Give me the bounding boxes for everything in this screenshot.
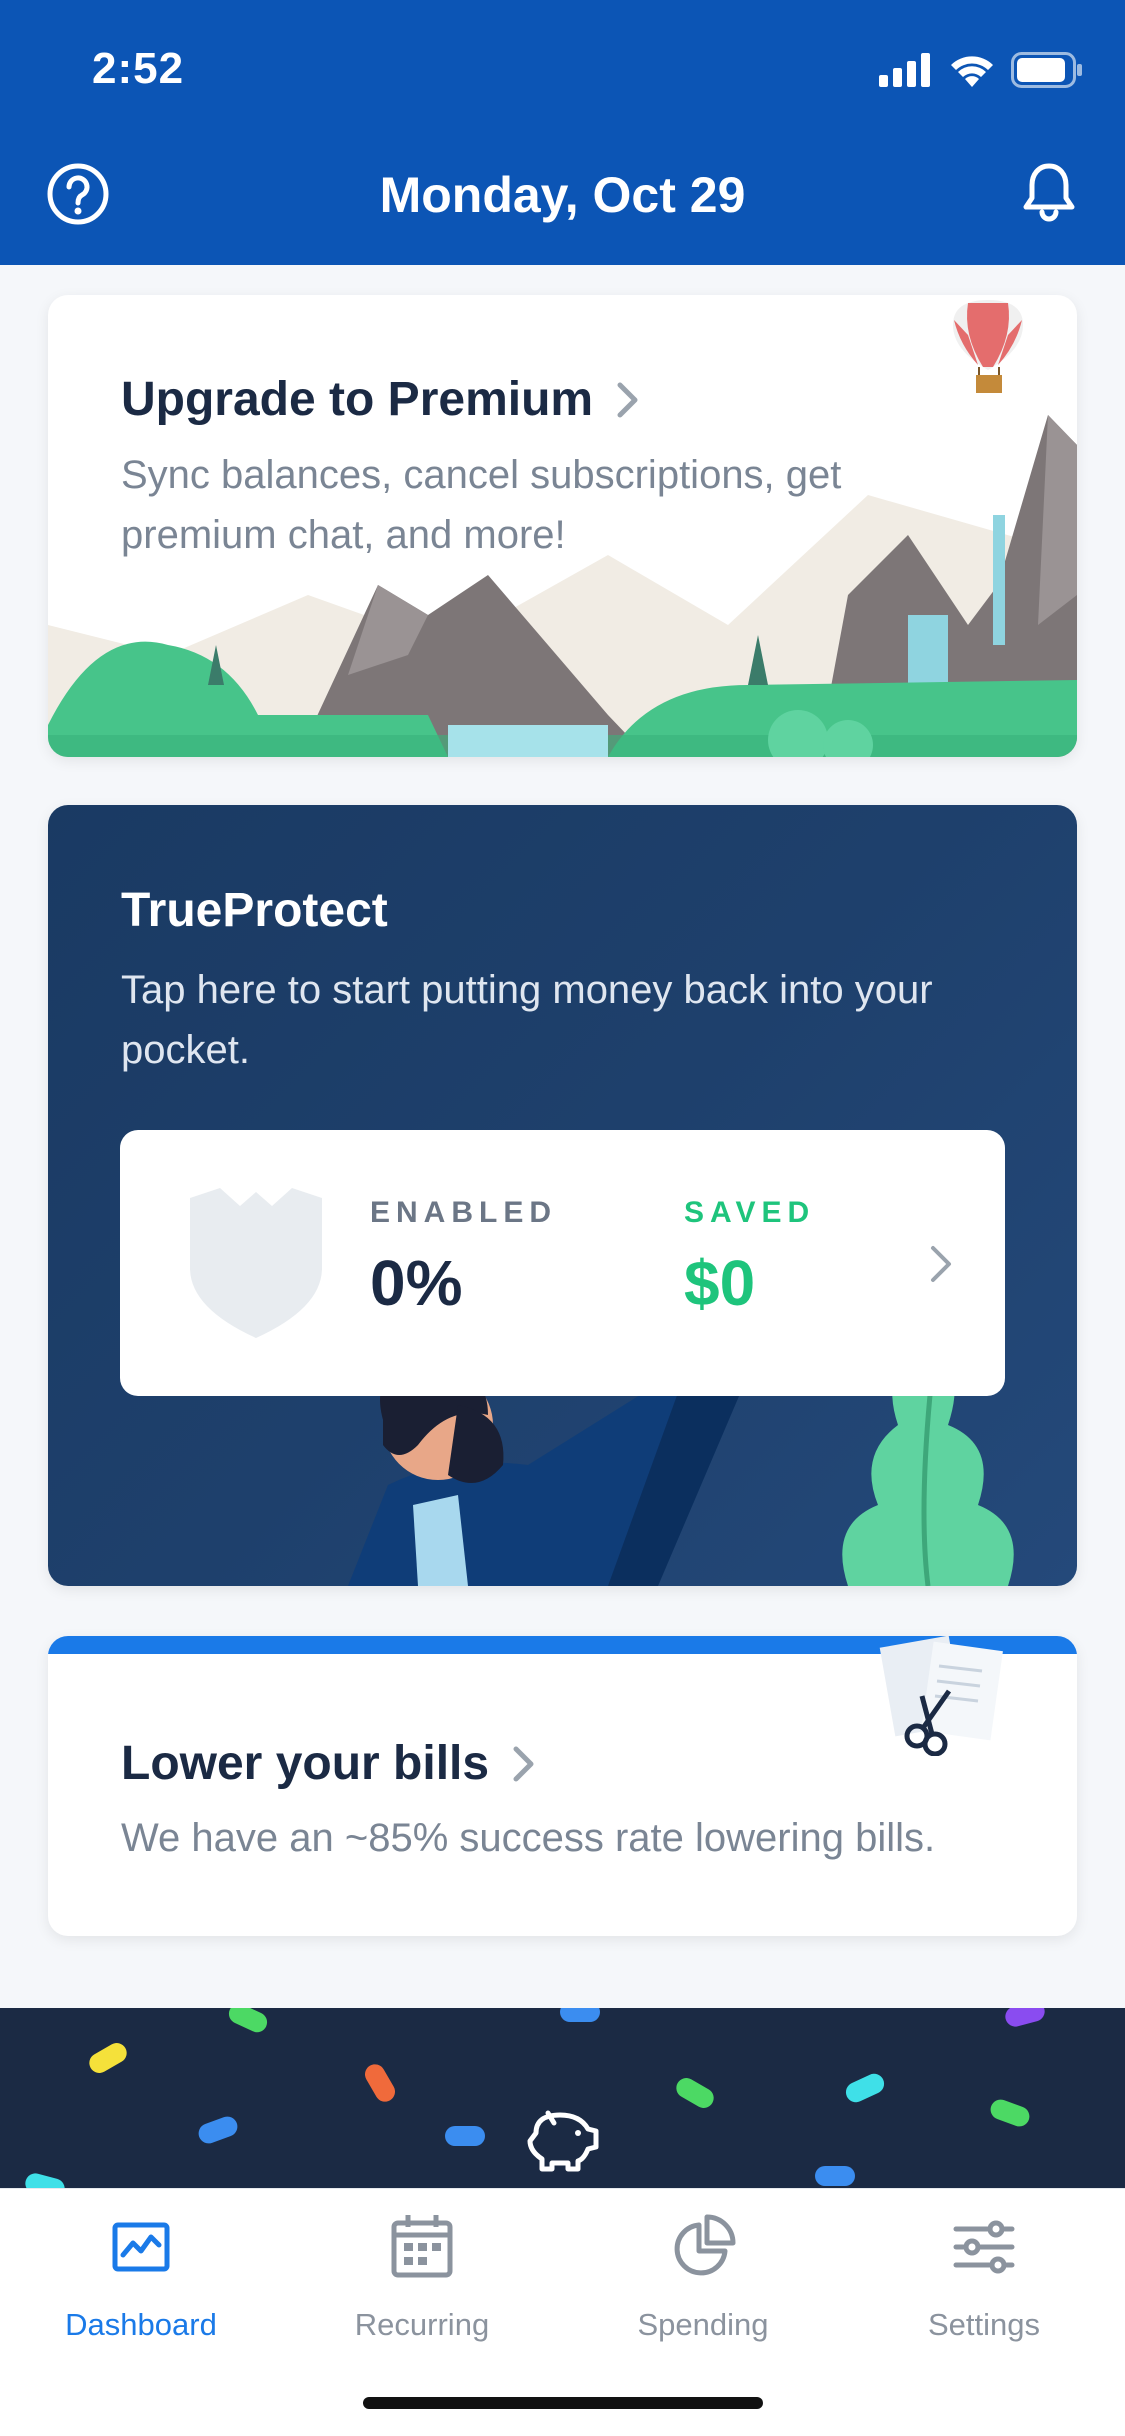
battery-icon <box>1011 52 1082 88</box>
lower-bills-card[interactable]: Lower your bills We have an ~85% success… <box>48 1636 1077 1936</box>
premium-title-text: Upgrade to Premium <box>121 373 594 426</box>
trueprotect-card[interactable]: TrueProtect Tap here to start putting mo… <box>48 805 1077 1586</box>
bills-title-text: Lower your bills <box>121 1737 490 1790</box>
wifi-icon <box>951 56 993 87</box>
savings-confetti-banner[interactable] <box>0 2008 1125 2188</box>
bills-title: Lower your bills <box>121 1736 537 1791</box>
premium-card[interactable]: Upgrade to Premium Sync balances, cancel… <box>48 295 1077 757</box>
tab-recurring-label: Recurring <box>354 2307 490 2342</box>
sliders-icon <box>953 2220 1015 2274</box>
saved-stat: SAVED $0 <box>684 1196 815 1320</box>
tab-dashboard[interactable]: Dashboard <box>41 2211 241 2343</box>
scissors-bill-icon <box>879 1636 1003 1756</box>
premium-title: Upgrade to Premium <box>121 372 641 427</box>
piggy-bank-icon <box>527 2110 599 2172</box>
saved-value: $0 <box>684 1247 756 1319</box>
bills-description: We have an ~85% success rate lowering bi… <box>121 1816 936 1860</box>
bell-icon[interactable] <box>1017 160 1081 224</box>
chevron-right-icon <box>513 1746 534 1781</box>
page-title: Monday, Oct 29 <box>379 167 746 223</box>
chevron-right-icon <box>617 382 638 417</box>
trueprotect-stats-panel[interactable]: ENABLED 0% SAVED $0 <box>120 1130 1005 1396</box>
home-indicator[interactable] <box>363 2397 763 2409</box>
chart-icon <box>112 2222 170 2272</box>
tab-spending-label: Spending <box>637 2307 769 2342</box>
signal-icon <box>879 53 930 87</box>
tab-recurring[interactable]: Recurring <box>322 2211 522 2343</box>
tab-dashboard-label: Dashboard <box>65 2307 217 2342</box>
trueprotect-title: TrueProtect <box>121 884 388 937</box>
saved-label: SAVED <box>684 1196 816 1229</box>
status-icons <box>879 50 1083 90</box>
enabled-stat: ENABLED 0% <box>370 1196 557 1320</box>
status-time: 2:52 <box>92 44 185 93</box>
tab-spending[interactable]: Spending <box>603 2211 803 2343</box>
trueprotect-description: Tap here to start putting money back int… <box>121 968 933 1072</box>
app-header: 2:52 Monday, Oct 29 <box>0 0 1125 265</box>
chevron-right-icon <box>931 1246 951 1282</box>
shield-icon <box>190 1188 322 1338</box>
pie-chart-icon <box>674 2214 736 2276</box>
tab-settings[interactable]: Settings <box>884 2211 1084 2343</box>
calendar-icon <box>391 2215 453 2278</box>
enabled-value: 0% <box>370 1247 463 1319</box>
enabled-label: ENABLED <box>370 1196 558 1229</box>
tab-settings-label: Settings <box>927 2307 1040 2342</box>
premium-description: Sync balances, cancel subscriptions, get… <box>121 453 842 557</box>
